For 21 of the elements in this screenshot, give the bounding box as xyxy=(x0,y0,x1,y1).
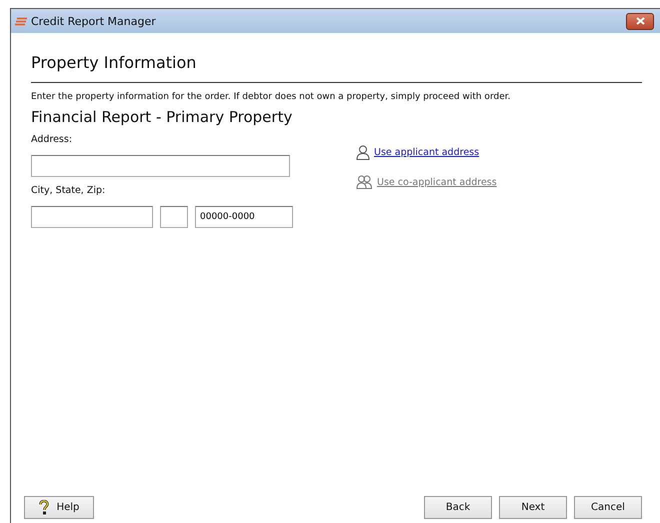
two-people-icon xyxy=(356,175,373,189)
field-label: City, State, Zip: xyxy=(31,185,106,196)
dialog-button[interactable]: Next xyxy=(499,496,567,519)
instructions-text: Enter the property information for the order. If debtor does not own a property, simply proceed with order. xyxy=(31,92,512,102)
help-button[interactable]: Help xyxy=(24,496,94,519)
dialog-button[interactable]: Back xyxy=(424,496,492,519)
field-label: Address: xyxy=(31,134,74,145)
app-logo-icon xyxy=(15,16,27,26)
window-title: Credit Report Manager xyxy=(31,14,157,28)
close-button[interactable] xyxy=(626,12,654,30)
city-field[interactable] xyxy=(31,206,153,228)
zip-field[interactable]: 00000-0000 xyxy=(195,206,293,228)
page-title: Property Information xyxy=(31,53,642,83)
person-icon xyxy=(356,145,370,160)
close-icon xyxy=(636,17,644,25)
state-field[interactable] xyxy=(160,206,188,228)
section-title: Financial Report - Primary Property xyxy=(31,108,294,126)
question-mark-icon xyxy=(38,500,49,515)
dialog-button[interactable]: Cancel xyxy=(574,496,642,519)
address-link[interactable]: Use applicant address xyxy=(374,147,480,158)
address-field[interactable] xyxy=(31,155,290,177)
